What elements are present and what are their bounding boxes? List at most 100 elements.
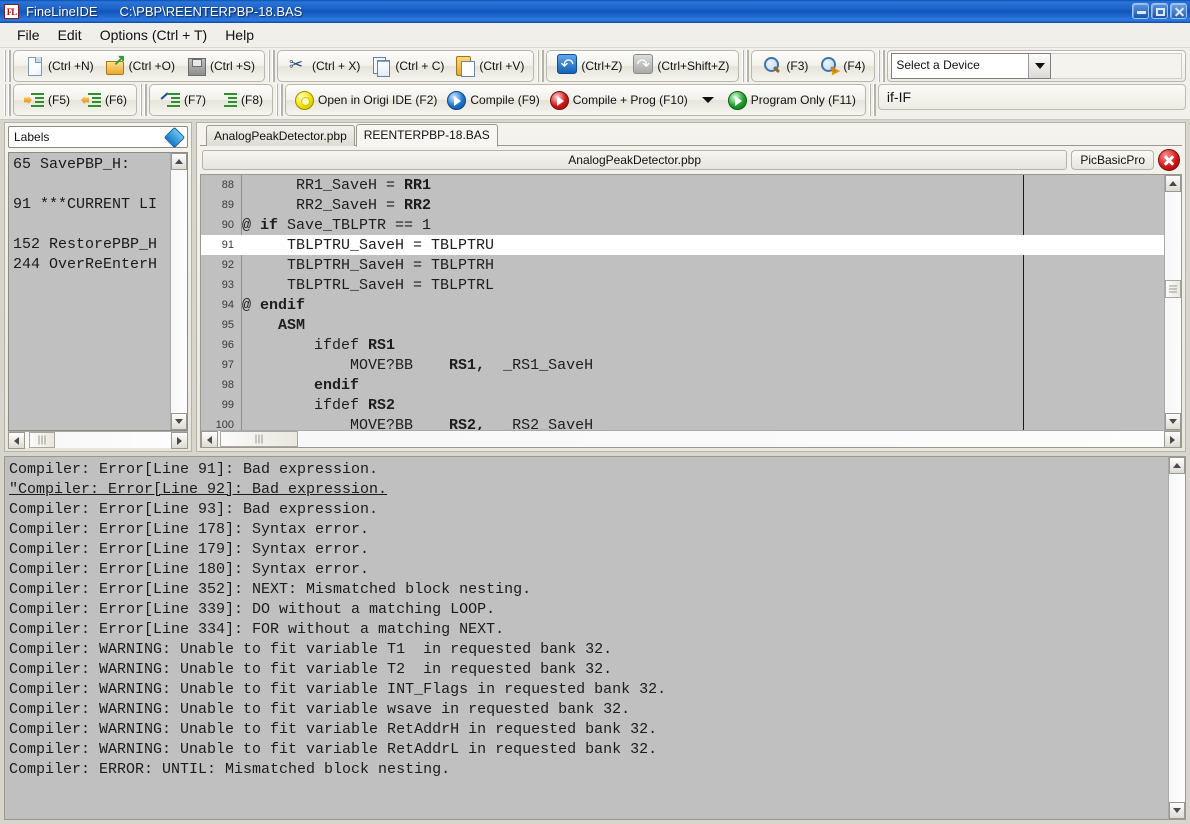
output-line[interactable]: Compiler: Error[Line 93]: Bad expression… <box>9 500 1168 520</box>
find-button[interactable]: (F3) <box>756 53 813 79</box>
scroll-down-icon[interactable] <box>171 413 187 430</box>
editor-hscroll-track[interactable] <box>218 431 1164 447</box>
toolbar-grip-icon-3[interactable] <box>537 50 544 82</box>
maximize-button[interactable] <box>1151 3 1168 19</box>
uncomment-block-button[interactable]: (F8) <box>211 87 268 113</box>
scroll-up-icon[interactable] <box>1169 457 1185 474</box>
labels-selector[interactable]: Labels <box>8 126 188 148</box>
output-line[interactable]: Compiler: WARNING: Unable to fit variabl… <box>9 660 1168 680</box>
output-scroll-track[interactable] <box>1169 474 1185 802</box>
editor-horizontal-scrollbar[interactable] <box>201 430 1181 447</box>
compiler-output-text[interactable]: Compiler: Error[Line 91]: Bad expression… <box>5 457 1168 819</box>
editor-scroll-thumb[interactable] <box>1165 280 1181 298</box>
code-text-area[interactable]: 88 RR1_SaveH = RR1 89 RR2_SaveH = RR2 90… <box>201 175 1164 430</box>
output-line[interactable]: Compiler: ERROR: UNTIL: Mismatched block… <box>9 760 1168 780</box>
labels-vertical-scrollbar[interactable] <box>170 153 187 430</box>
toolbar-grip-icon-4[interactable] <box>742 50 749 82</box>
output-line[interactable]: Compiler: WARNING: Unable to fit variabl… <box>9 700 1168 720</box>
language-mode-button[interactable]: PicBasicPro <box>1071 150 1154 170</box>
code-line[interactable]: 88 RR1_SaveH = RR1 <box>201 175 1164 195</box>
save-file-button[interactable]: (Ctrl +S) <box>180 53 260 79</box>
labels-hscroll-track[interactable] <box>25 432 171 448</box>
undo-button[interactable]: (Ctrl+Z) <box>551 53 627 79</box>
minimize-button[interactable] <box>1132 3 1149 19</box>
labels-hscroll-thumb[interactable] <box>29 432 55 448</box>
find-input[interactable]: if-IF <box>878 84 1186 110</box>
code-line[interactable]: 95 ASM <box>201 315 1164 335</box>
code-line[interactable]: 98 endif <box>201 375 1164 395</box>
close-window-button[interactable] <box>1170 3 1187 19</box>
list-item[interactable]: 244 OverReEnterH <box>13 255 170 275</box>
indent-right-button[interactable]: (F5) <box>18 87 75 113</box>
scroll-up-icon[interactable] <box>171 153 187 170</box>
output-line[interactable]: Compiler: Error[Line 352]: NEXT: Mismatc… <box>9 580 1168 600</box>
find-next-button[interactable]: ▶ (F4) <box>813 53 870 79</box>
scroll-left-icon[interactable] <box>201 431 218 448</box>
dropdown-caret-icon[interactable] <box>702 97 714 103</box>
code-line[interactable]: 97 MOVE?BB RS1, _RS1_SaveH <box>201 355 1164 375</box>
toolbar-grip-icon-6[interactable] <box>4 84 11 116</box>
menu-help[interactable]: Help <box>216 24 263 46</box>
output-line[interactable]: Compiler: Error[Line 91]: Bad expression… <box>9 460 1168 480</box>
output-line-selected[interactable]: "Compiler: Error[Line 92]: Bad expressio… <box>9 480 1168 500</box>
device-select[interactable]: Select a Device <box>891 53 1051 79</box>
code-line[interactable]: 93 TBLPTRL_SaveH = TBLPTRL <box>201 275 1164 295</box>
indent-left-button[interactable]: (F6) <box>75 87 132 113</box>
tab-reenterpbp[interactable]: REENTERPBP-18.BAS <box>356 124 498 147</box>
tab-analogpeakdetector[interactable]: AnalogPeakDetector.pbp <box>206 125 355 146</box>
output-line[interactable]: Compiler: Error[Line 334]: FOR without a… <box>9 620 1168 640</box>
list-item[interactable]: 91 ***CURRENT LI <box>13 195 170 215</box>
scroll-down-icon[interactable] <box>1169 802 1185 819</box>
toolbar-grip-icon-2[interactable] <box>268 50 275 82</box>
compile-button[interactable]: Compile (F9) <box>442 87 544 113</box>
output-line[interactable]: Compiler: WARNING: Unable to fit variabl… <box>9 680 1168 700</box>
toolbar-grip-icon-9[interactable] <box>869 84 876 116</box>
chevron-down-icon[interactable] <box>1028 54 1050 78</box>
code-line[interactable]: 100 MOVE?BB RS2, _RS2_SaveH <box>201 415 1164 430</box>
paste-button[interactable]: (Ctrl +V) <box>449 53 529 79</box>
compile-and-program-button[interactable]: Compile + Prog (F10) <box>545 87 693 113</box>
open-file-button[interactable]: (Ctrl +O) <box>99 53 180 79</box>
code-line[interactable]: 90 @ if Save_TBLPTR == 1 <box>201 215 1164 235</box>
output-line[interactable]: Compiler: WARNING: Unable to fit variabl… <box>9 720 1168 740</box>
open-in-original-ide-button[interactable]: Open in Origi IDE (F2) <box>290 87 442 113</box>
list-item[interactable]: 152 RestorePBP_H <box>13 235 170 255</box>
code-line[interactable]: 92 TBLPTRH_SaveH = TBLPTRH <box>201 255 1164 275</box>
labels-scroll-track[interactable] <box>171 170 187 413</box>
code-line[interactable]: 99 ifdef RS2 <box>201 395 1164 415</box>
program-only-button[interactable]: Program Only (F11) <box>723 87 861 113</box>
scroll-left-icon[interactable] <box>8 432 25 449</box>
toolbar-grip-icon[interactable] <box>4 50 11 82</box>
scroll-down-icon[interactable] <box>1165 413 1181 430</box>
output-line[interactable]: Compiler: Error[Line 339]: DO without a … <box>9 600 1168 620</box>
comment-block-button[interactable]: (F7) <box>154 87 211 113</box>
scroll-right-icon[interactable] <box>1164 431 1181 448</box>
copy-button[interactable]: (Ctrl + C) <box>365 53 449 79</box>
code-line[interactable]: 94 @ endif <box>201 295 1164 315</box>
scroll-up-icon[interactable] <box>1165 175 1181 192</box>
menu-edit[interactable]: Edit <box>49 24 91 46</box>
cut-button[interactable]: (Ctrl + X) <box>282 53 365 79</box>
output-line[interactable]: Compiler: Error[Line 179]: Syntax error. <box>9 540 1168 560</box>
menu-options[interactable]: Options (Ctrl + T) <box>91 24 217 46</box>
code-line[interactable]: 89 RR2_SaveH = RR2 <box>201 195 1164 215</box>
code-line-current[interactable]: 91 TBLPTRU_SaveH = TBLPTRU <box>201 235 1164 255</box>
output-line[interactable]: Compiler: WARNING: Unable to fit variabl… <box>9 640 1168 660</box>
toolbar-grip-icon-8[interactable] <box>276 84 283 116</box>
close-document-button[interactable] <box>1158 149 1180 171</box>
output-line[interactable]: Compiler: Error[Line 178]: Syntax error. <box>9 520 1168 540</box>
scroll-right-icon[interactable] <box>171 432 188 449</box>
redo-button[interactable]: (Ctrl+Shift+Z) <box>627 53 734 79</box>
new-file-button[interactable]: (Ctrl +N) <box>18 53 99 79</box>
output-vertical-scrollbar[interactable] <box>1168 457 1185 819</box>
toolbar-grip-icon-7[interactable] <box>140 84 147 116</box>
menu-file[interactable]: File <box>8 24 49 46</box>
editor-hscroll-thumb[interactable] <box>220 431 298 447</box>
editor-scroll-track[interactable] <box>1165 192 1181 413</box>
diamond-dropdown-icon[interactable] <box>161 127 187 147</box>
output-line[interactable]: Compiler: Error[Line 180]: Syntax error. <box>9 560 1168 580</box>
editor-vertical-scrollbar[interactable] <box>1164 175 1181 430</box>
toolbar-grip-icon-5[interactable] <box>878 50 885 82</box>
code-line[interactable]: 96 ifdef RS1 <box>201 335 1164 355</box>
labels-horizontal-scrollbar[interactable] <box>8 431 188 448</box>
